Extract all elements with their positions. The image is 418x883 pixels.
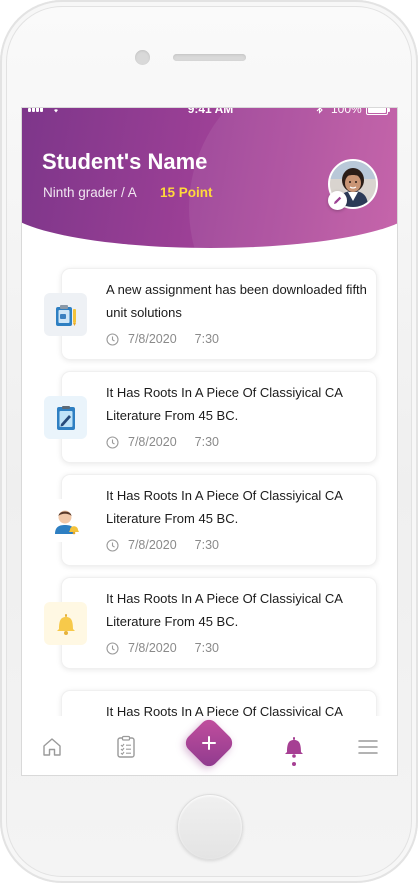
- battery-icon: [366, 108, 390, 115]
- clock-icon: [106, 435, 119, 449]
- camera-lens: [135, 50, 150, 65]
- notification-feed[interactable]: A new assignment has been downloaded fif…: [22, 248, 397, 718]
- home-hardware-button[interactable]: [177, 794, 243, 860]
- notification-meta: 7/8/2020 7:30: [106, 538, 219, 552]
- notification-date: 7/8/2020: [128, 435, 177, 449]
- notification-meta: 7/8/2020 7:30: [106, 641, 219, 655]
- clock-icon: [106, 332, 119, 346]
- notification-meta: 7/8/2020 7:30: [106, 332, 219, 346]
- menu-icon: [358, 740, 378, 754]
- notification-card[interactable]: It Has Roots In A Piece Of Classiyical C…: [44, 474, 377, 566]
- tablet-pen-icon: [56, 405, 75, 430]
- notification-time: 7:30: [194, 641, 220, 655]
- notification-time: 7:30: [194, 332, 220, 346]
- notification-icon: [44, 396, 87, 439]
- add-icon: [190, 724, 228, 762]
- notification-date: 7/8/2020: [128, 641, 177, 655]
- bell-icon: [285, 737, 303, 758]
- active-indicator: [292, 762, 296, 766]
- home-icon: [43, 738, 61, 756]
- teacher-bell-icon: [54, 510, 79, 534]
- nav-home-button[interactable]: [37, 732, 67, 762]
- earpiece-speaker: [173, 54, 246, 61]
- student-grade: Ninth grader / A: [43, 185, 137, 200]
- notification-card[interactable]: It Has Roots In A Piece Of Classiyical C…: [44, 577, 377, 669]
- clipboard-pencil-icon: [55, 304, 76, 326]
- notification-title: It Has Roots In A Piece Of Classiyical C…: [106, 488, 343, 526]
- notification-title: It Has Roots In A Piece Of Classiyical C…: [106, 385, 343, 423]
- bottom-navigation: [22, 716, 397, 775]
- nav-notifications-button[interactable]: [279, 732, 309, 762]
- nav-menu-button[interactable]: [353, 732, 383, 762]
- notification-icon: [44, 602, 87, 645]
- bluetooth-icon: [316, 108, 323, 114]
- student-name: Student's Name: [42, 149, 208, 174]
- notification-date: 7/8/2020: [128, 332, 177, 346]
- notification-meta: 7/8/2020 7:30: [106, 435, 219, 449]
- notification-icon: [44, 293, 87, 336]
- bell-icon: [56, 613, 75, 635]
- status-bar: 9:41 AM 100%: [22, 107, 397, 120]
- battery-percent: 100%: [331, 107, 362, 116]
- notification-time: 7:30: [194, 538, 220, 552]
- notification-title: A new assignment has been downloaded fif…: [106, 282, 367, 320]
- pencil-icon: [334, 196, 342, 204]
- clock-icon: [106, 641, 119, 655]
- notification-card[interactable]: A new assignment has been downloaded fif…: [44, 268, 377, 360]
- notification-date: 7/8/2020: [128, 538, 177, 552]
- phone-frame: 9:41 AM 100% Student's Name Ninth grader…: [0, 0, 418, 883]
- student-points: 15 Point: [160, 185, 213, 200]
- app-screen: 9:41 AM 100% Student's Name Ninth grader…: [21, 107, 398, 776]
- notification-icon: [44, 499, 87, 542]
- notification-time: 7:30: [194, 435, 220, 449]
- checklist-icon: [117, 735, 135, 758]
- clock-icon: [106, 538, 119, 552]
- nav-tasks-button[interactable]: [111, 732, 141, 762]
- notification-title: It Has Roots In A Piece Of Classiyical C…: [106, 591, 343, 629]
- notification-card[interactable]: It Has Roots In A Piece Of Classiyical C…: [44, 371, 377, 463]
- edit-avatar-button[interactable]: [328, 191, 347, 210]
- notification-card[interactable]: It Has Roots In A Piece Of Classiyical C…: [61, 690, 377, 718]
